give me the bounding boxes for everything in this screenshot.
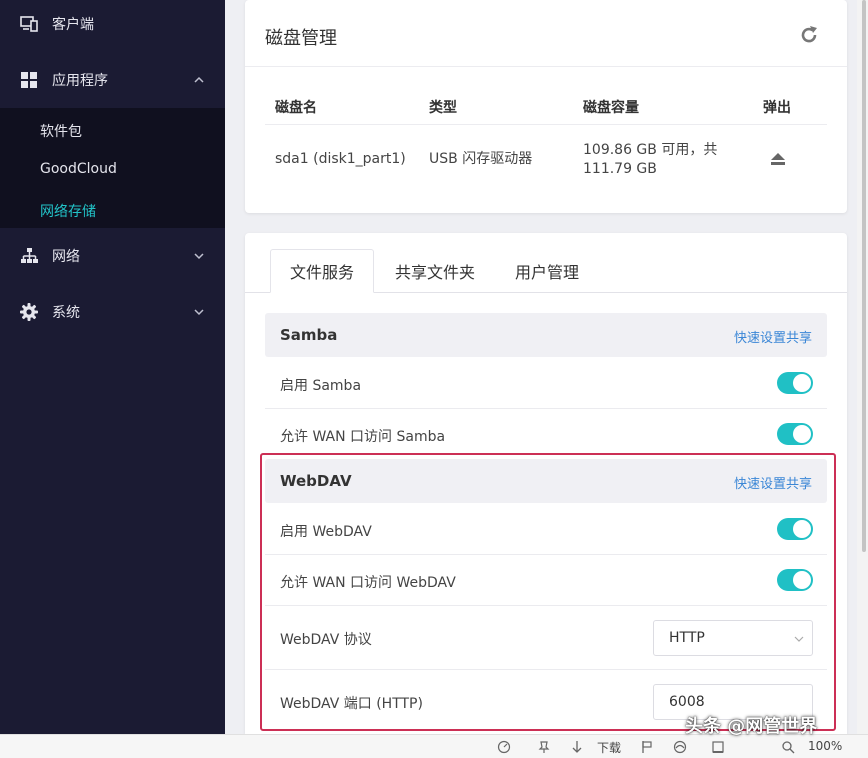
row-divider [265, 554, 827, 555]
sidebar-item-clients[interactable]: 客户端 [0, 0, 225, 52]
submenu-item-network-storage[interactable]: 网络存储 [40, 201, 96, 221]
sidebar-item-label: 应用程序 [52, 73, 108, 89]
samba-enable-toggle[interactable] [777, 372, 813, 394]
tab-label: 共享文件夹 [394, 263, 475, 282]
scrollbar-thumb[interactable] [862, 0, 866, 552]
page-title: 磁盘管理 [265, 28, 337, 49]
download-arrow-icon[interactable] [570, 740, 584, 754]
webdav-protocol-select[interactable]: HTTP [653, 620, 813, 656]
sidebar-item-apps[interactable]: 应用程序 [0, 52, 225, 108]
chevron-down-icon [194, 309, 204, 316]
sidebar-item-network[interactable]: 网络 [0, 228, 225, 284]
submenu-item-goodcloud[interactable]: GoodCloud [40, 161, 117, 177]
column-header-disk-name: 磁盘名 [275, 100, 317, 116]
tab-label: 文件服务 [289, 263, 354, 282]
samba-wan-toggle[interactable] [777, 423, 813, 445]
eject-icon[interactable] [770, 151, 786, 165]
window-icon[interactable] [711, 740, 725, 754]
column-header-capacity: 磁盘容量 [583, 100, 639, 116]
webdav-section-header: WebDAV 快速设置共享 [265, 459, 827, 503]
row-divider [265, 605, 827, 606]
zoom-icon[interactable] [781, 740, 795, 754]
chevron-down-icon [194, 253, 204, 260]
sidebar-item-label: 网络 [52, 249, 80, 265]
row-divider [265, 669, 827, 670]
webdav-wan-label: 允许 WAN 口访问 WebDAV [280, 575, 456, 591]
webdav-port-label: WebDAV 端口 (HTTP) [280, 696, 423, 712]
devices-icon [20, 15, 38, 33]
submenu-item-packages[interactable]: 软件包 [40, 121, 82, 141]
webdav-enable-toggle[interactable] [777, 518, 813, 540]
sidebar: 客户端 应用程序 软件包 GoodCloud 网络存储 网络 系统 [0, 0, 225, 734]
section-title: Samba [280, 326, 338, 344]
webdav-quick-setup-link[interactable]: 快速设置共享 [734, 473, 812, 492]
samba-quick-setup-link[interactable]: 快速设置共享 [734, 327, 812, 346]
apps-submenu: 软件包 GoodCloud 网络存储 [0, 108, 225, 228]
tab-shared-folders[interactable]: 共享文件夹 [383, 249, 487, 293]
browser-icon[interactable] [673, 740, 687, 754]
tab-file-services[interactable]: 文件服务 [270, 249, 374, 293]
webdav-protocol-label: WebDAV 协议 [280, 632, 372, 648]
sidebar-item-system[interactable]: 系统 [0, 284, 225, 340]
download-label[interactable]: 下载 [597, 739, 621, 756]
row-divider [265, 408, 827, 409]
column-header-type: 类型 [429, 100, 457, 116]
gear-icon [20, 303, 38, 321]
disk-management-card: 磁盘管理 磁盘名 类型 磁盘容量 弹出 sda1 (disk1_part1) U… [245, 0, 847, 213]
sidebar-item-label: 客户端 [52, 17, 94, 33]
chevron-down-icon [794, 636, 804, 642]
section-title: WebDAV [280, 472, 352, 490]
tab-label: 用户管理 [514, 263, 579, 282]
disk-type-cell: USB 闪存驱动器 [429, 151, 533, 167]
column-header-eject: 弹出 [763, 100, 791, 116]
samba-wan-label: 允许 WAN 口访问 Samba [280, 429, 446, 445]
samba-enable-label: 启用 Samba [280, 378, 362, 394]
header-divider [245, 66, 847, 67]
flag-icon[interactable] [640, 740, 654, 754]
watermark-text: 头条 @网管世界 [685, 716, 818, 737]
disk-capacity-line2: 111.79 GB [583, 161, 657, 177]
table-divider [265, 124, 827, 125]
refresh-icon[interactable] [798, 24, 820, 46]
network-icon [20, 247, 38, 265]
select-value: HTTP [669, 630, 705, 646]
tab-user-management[interactable]: 用户管理 [497, 249, 597, 293]
apps-grid-icon [20, 71, 38, 89]
file-services-card: 文件服务 共享文件夹 用户管理 Samba 快速设置共享 启用 Samba 允许… [245, 233, 847, 734]
zoom-level[interactable]: 100% [808, 739, 842, 753]
pin-icon[interactable] [537, 740, 551, 754]
chevron-up-icon [194, 76, 204, 83]
samba-section-header: Samba 快速设置共享 [265, 313, 827, 357]
sidebar-item-label: 系统 [52, 305, 80, 321]
webdav-wan-toggle[interactable] [777, 569, 813, 591]
speed-icon[interactable] [497, 740, 511, 754]
webdav-enable-label: 启用 WebDAV [280, 524, 372, 540]
disk-capacity-line1: 109.86 GB 可用，共 [583, 142, 718, 158]
disk-name-cell: sda1 (disk1_part1) [275, 151, 406, 167]
